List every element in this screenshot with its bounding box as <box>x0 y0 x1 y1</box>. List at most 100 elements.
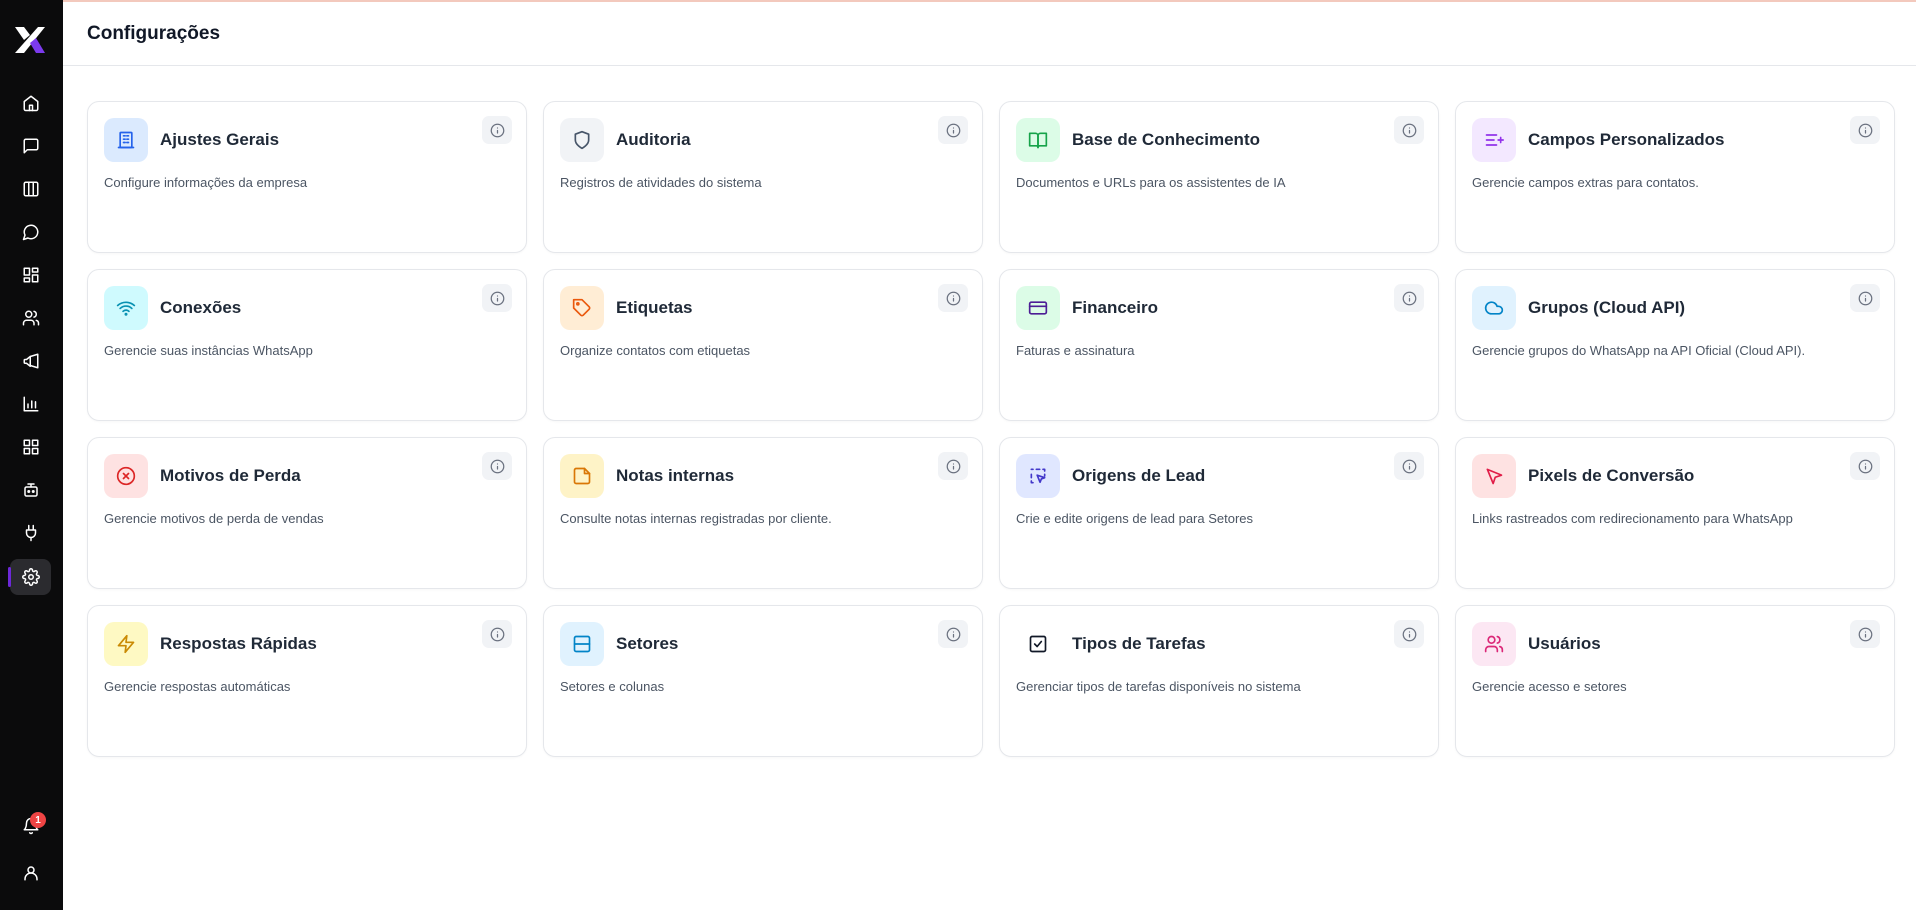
info-button[interactable] <box>1850 620 1880 648</box>
plug-icon <box>25 524 36 542</box>
settings-card-conexoes[interactable]: Conexões Gerencie suas instâncias WhatsAp… <box>87 269 527 421</box>
info-icon <box>1858 627 1872 641</box>
nav-profile[interactable] <box>10 855 51 891</box>
info-button[interactable] <box>1850 116 1880 144</box>
info-icon <box>946 459 960 473</box>
card-title: Motivos de Perda <box>160 466 301 485</box>
bot-icon <box>23 483 38 497</box>
info-button[interactable] <box>1394 620 1424 648</box>
nav-settings[interactable] <box>8 559 51 595</box>
info-button[interactable] <box>482 452 512 480</box>
info-icon <box>490 123 504 137</box>
info-button[interactable] <box>482 284 512 312</box>
nav-home[interactable] <box>10 85 51 121</box>
nav-dashboard[interactable] <box>10 257 51 293</box>
card-description: Gerencie acesso e setores <box>1472 679 1627 694</box>
settings-card-grupos-cloud-api[interactable]: Grupos (Cloud API) Gerencie grupos do Wha… <box>1455 269 1895 421</box>
nav-apps[interactable] <box>10 429 51 465</box>
card-description: Faturas e assinatura <box>1016 343 1135 358</box>
home-icon <box>23 95 38 112</box>
info-button[interactable] <box>1394 284 1424 312</box>
sticky-note-icon <box>573 467 591 485</box>
card-title: Pixels de Conversão <box>1528 466 1695 485</box>
card-title: Campos Personalizados <box>1528 130 1725 149</box>
user-icon <box>23 866 38 881</box>
cursor-click-icon <box>1486 468 1503 485</box>
settings-card-setores[interactable]: Setores Setores e colunas <box>543 605 983 757</box>
settings-card-etiquetas[interactable]: Etiquetas Organize contatos com etiquetas <box>543 269 983 421</box>
card-description: Gerencie campos extras para contatos. <box>1472 175 1699 190</box>
info-button[interactable] <box>1850 284 1880 312</box>
info-icon <box>490 291 504 305</box>
page-header: Configurações <box>63 2 1916 66</box>
info-button[interactable] <box>938 116 968 144</box>
card-description: Organize contatos com etiquetas <box>560 343 751 358</box>
nav-bots[interactable] <box>10 472 51 508</box>
dashboard-icon <box>23 267 38 283</box>
cloud-icon <box>1484 301 1504 315</box>
info-button[interactable] <box>1394 116 1424 144</box>
settings-card-usuarios[interactable]: Usuários Gerencie acesso e setores <box>1455 605 1895 757</box>
nav-integrations[interactable] <box>10 515 51 551</box>
info-icon <box>1858 123 1872 137</box>
info-button[interactable] <box>482 620 512 648</box>
info-button[interactable] <box>1850 452 1880 480</box>
info-icon <box>1402 627 1416 641</box>
settings-card-campos-personalizados[interactable]: Campos Personalizados Gerencie campos ext… <box>1455 101 1895 253</box>
brand-logo[interactable] <box>12 24 48 56</box>
nav-messages[interactable] <box>10 128 51 164</box>
shield-icon <box>574 130 590 150</box>
message-square-icon <box>23 138 38 154</box>
settings-card-financeiro[interactable]: Financeiro Faturas e assinatura <box>999 269 1439 421</box>
settings-card-auditoria[interactable]: Auditoria Registros de atividades do sist… <box>543 101 983 253</box>
info-button[interactable] <box>482 116 512 144</box>
nav-notifications[interactable] <box>10 808 51 844</box>
card-title: Ajustes Gerais <box>160 130 280 149</box>
info-button[interactable] <box>938 284 968 312</box>
notification-badge: 1 <box>30 812 46 828</box>
settings-grid: Ajustes Gerais Configure informações da e… <box>87 101 1895 757</box>
active-indicator <box>8 567 11 587</box>
info-icon <box>946 291 960 305</box>
info-icon <box>1402 123 1416 137</box>
nav-contacts[interactable] <box>10 300 51 336</box>
info-icon <box>1858 291 1872 305</box>
card-title: Usuários <box>1528 634 1601 653</box>
info-icon <box>1402 459 1416 473</box>
nav-reports[interactable] <box>10 386 51 422</box>
card-description: Registros de atividades do sistema <box>560 175 762 190</box>
settings-card-base-de-conhecimento[interactable]: Base de Conhecimento Documentos e URLs pa… <box>999 101 1439 253</box>
info-button[interactable] <box>938 620 968 648</box>
card-description: Configure informações da empresa <box>104 175 308 190</box>
card-icon-box <box>1472 286 1516 330</box>
nav-kanban[interactable] <box>10 171 51 207</box>
settings-card-notas-internas[interactable]: Notas internas Consulte notas internas re… <box>543 437 983 589</box>
info-button[interactable] <box>1394 452 1424 480</box>
card-icon-box <box>1016 622 1060 666</box>
page-title: Configurações <box>87 23 221 44</box>
card-title: Financeiro <box>1072 298 1158 317</box>
settings-card-origens-de-lead[interactable]: Origens de Lead Crie e edite origens de l… <box>999 437 1439 589</box>
card-title: Tipos de Tarefas <box>1072 634 1206 653</box>
card-description: Documentos e URLs para os assistentes de… <box>1016 175 1286 190</box>
info-button[interactable] <box>938 452 968 480</box>
info-icon <box>1858 459 1872 473</box>
credit-card-icon <box>1028 301 1048 315</box>
card-description: Gerencie motivos de perda de vendas <box>104 511 324 526</box>
card-icon-box <box>560 118 604 162</box>
settings-card-tipos-de-tarefas[interactable]: Tipos de Tarefas Gerenciar tipos de taref… <box>999 605 1439 757</box>
settings-card-ajustes-gerais[interactable]: Ajustes Gerais Configure informações da e… <box>87 101 527 253</box>
settings-card-pixels-de-conversao[interactable]: Pixels de Conversão Links rastreados com … <box>1455 437 1895 589</box>
card-title: Setores <box>616 634 679 653</box>
card-icon-box <box>104 118 148 162</box>
settings-card-motivos-de-perda[interactable]: Motivos de Perda Gerencie motivos de perd… <box>87 437 527 589</box>
nav-campaigns[interactable] <box>10 343 51 379</box>
card-description: Gerencie suas instâncias WhatsApp <box>104 343 313 358</box>
nav-chat[interactable] <box>10 214 51 250</box>
dashed-pointer-icon <box>1030 468 1046 484</box>
card-icon-box <box>104 286 148 330</box>
gear-icon <box>21 568 40 586</box>
settings-card-respostas-rapidas[interactable]: Respostas Rápidas Gerencie respostas auto… <box>87 605 527 757</box>
card-description: Links rastreados com redirecionamento pa… <box>1472 511 1793 526</box>
card-description: Crie e edite origens de lead para Setore… <box>1016 511 1254 526</box>
